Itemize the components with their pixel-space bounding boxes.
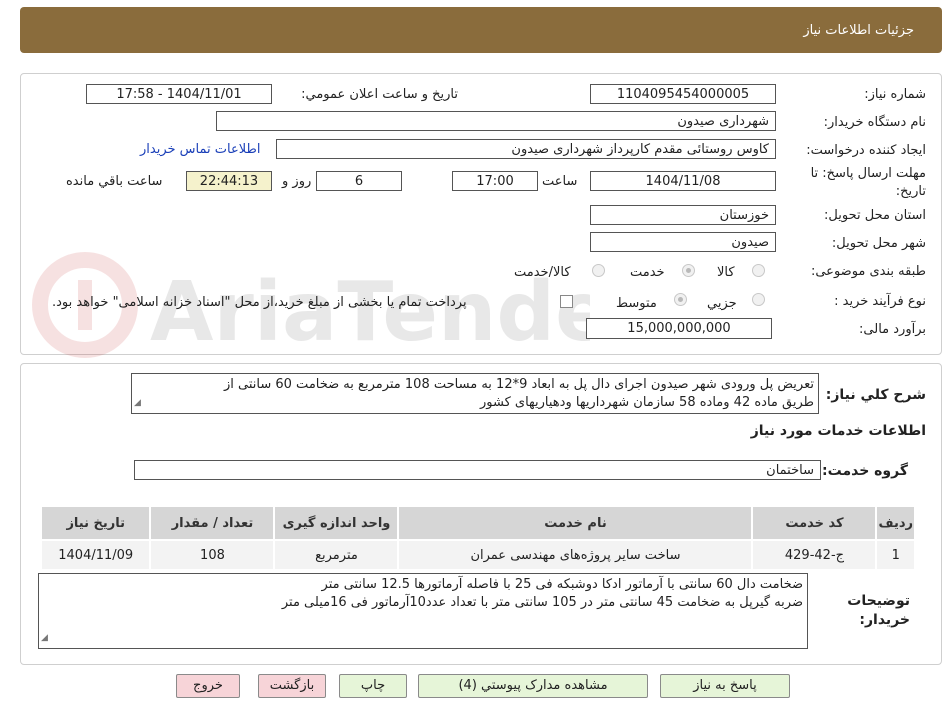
category-radio-goods[interactable] [752,264,765,277]
creator-field: کاوس روستائی مقدم کارپرداز شهرداری صیدون [276,139,776,159]
print-button[interactable]: چاپ [339,674,407,698]
category-radio-service[interactable] [682,264,695,277]
cell-row-number: 1 [875,539,916,571]
process-radio-medium[interactable] [674,293,687,306]
province-label: استان محل تحويل: [824,208,926,223]
col-row-number: رديف [875,505,916,541]
services-table: رديف کد خدمت نام خدمت واحد اندازه گيری ت… [39,505,916,571]
cell-need-date: 1404/11/09 [39,539,152,571]
remaining-label: ساعت باقي مانده [66,174,163,189]
deadline-date-field: 1404/11/08 [590,171,776,191]
deadline-time-label: ساعت [542,174,578,189]
respond-button[interactable]: پاسخ به نياز [660,674,790,698]
back-button[interactable]: بازگشت [258,674,326,698]
category-label: طبقه بندی موضوعی: [810,264,926,279]
service-group-label: گروه خدمت: [822,463,908,479]
page-header: جزئیات اطلاعات نیاز [20,7,942,53]
buyer-notes-label-2: خريدار: [859,612,910,628]
city-field: صیدون [590,232,776,252]
process-radio-minor[interactable] [752,293,765,306]
description-line-1: تعریض پل ورودی شهر صیدون اجرای دال پل به… [223,377,814,392]
table-header-row: رديف کد خدمت نام خدمت واحد اندازه گيری ت… [39,505,916,541]
announce-label: تاریخ و ساعت اعلان عمومي: [301,87,458,102]
province-field: خوزستان [590,205,776,225]
buyer-org-label: نام دستگاه خريدار: [823,115,926,130]
category-option-service: خدمت [630,265,665,280]
announce-field: 1404/11/01 - 17:58 [86,84,272,104]
buyer-notes-label-1: توضيحات [847,593,910,609]
exit-button[interactable]: خروج [176,674,240,698]
city-label: شهر محل تحويل: [831,236,926,251]
days-field: 6 [316,171,402,191]
need-number-label: شماره نیاز: [864,87,926,102]
service-group-field: ساختمان [134,460,821,480]
process-label: نوع فرآیند خرید : [834,294,926,309]
buyer-contact-link[interactable]: اطلاعات تماس خريدار [140,142,260,157]
cell-unit: مترمربع [273,539,400,571]
table-row: 1 ج-42-429 ساخت سایر پروژه‌های مهندسی عم… [39,539,916,571]
buyer-org-field: شهرداری صیدون [216,111,776,131]
cell-quantity: 108 [149,539,276,571]
resize-grip-icon[interactable]: ◢ [134,394,141,412]
description-field: تعریض پل ورودی شهر صیدون اجرای دال پل به… [131,373,819,414]
buyer-notes-field: ضخامت دال 60 سانتی با آرماتور ادکا دوشبک… [38,573,808,649]
col-need-date: تاريخ نياز [39,505,152,541]
budget-label: برآورد مالی: [859,322,926,337]
deadline-time-field: 17:00 [452,171,538,191]
deadline-label-date: تاریخ: [895,184,926,199]
col-service-name: نام خدمت [397,505,754,541]
days-label: روز و [282,174,312,189]
description-line-2: طریق ماده 42 وماده 58 سازمان شهرداریها و… [479,395,814,410]
deadline-label: مهلت ارسال پاسخ: تا [810,166,926,181]
resize-grip-icon[interactable]: ◢ [41,629,48,647]
need-number-field: 1104095454000005 [590,84,776,104]
attachments-button[interactable]: مشاهده مدارک پيوستي (4) [418,674,648,698]
category-radio-goods-service[interactable] [592,264,605,277]
page-title: جزئیات اطلاعات نیاز [803,23,914,38]
col-unit: واحد اندازه گيری [273,505,400,541]
process-option-medium: متوسط [616,296,657,311]
category-option-goods: کالا [717,265,735,280]
services-section-title: اطلاعات خدمات مورد نياز [750,423,926,439]
buyer-notes-line-2: ضربه گیرپل به ضخامت 45 سانتی متر در 105 … [281,595,803,610]
cell-service-code: ج-42-429 [751,539,878,571]
treasury-payment-checkbox[interactable] [560,295,573,308]
creator-label: ايجاد کننده درخواست: [806,143,926,158]
col-service-code: کد خدمت [751,505,878,541]
col-quantity: تعداد / مقدار [149,505,276,541]
cell-service-name: ساخت سایر پروژه‌های مهندسی عمران [397,539,754,571]
category-option-goods-service: کالا/خدمت [514,265,571,280]
description-label: شرح کلي نياز: [825,387,926,403]
budget-field: 15,000,000,000 [586,318,772,339]
watermark-logo: AriaTender.net [32,252,590,360]
buyer-notes-line-1: ضخامت دال 60 سانتی با آرماتور ادکا دوشبک… [321,577,803,592]
remaining-time-field: 22:44:13 [186,171,272,191]
payment-note: پرداخت تمام يا بخشی از مبلغ خريد،از محل … [52,295,467,310]
process-option-minor: جزیي [707,296,737,311]
